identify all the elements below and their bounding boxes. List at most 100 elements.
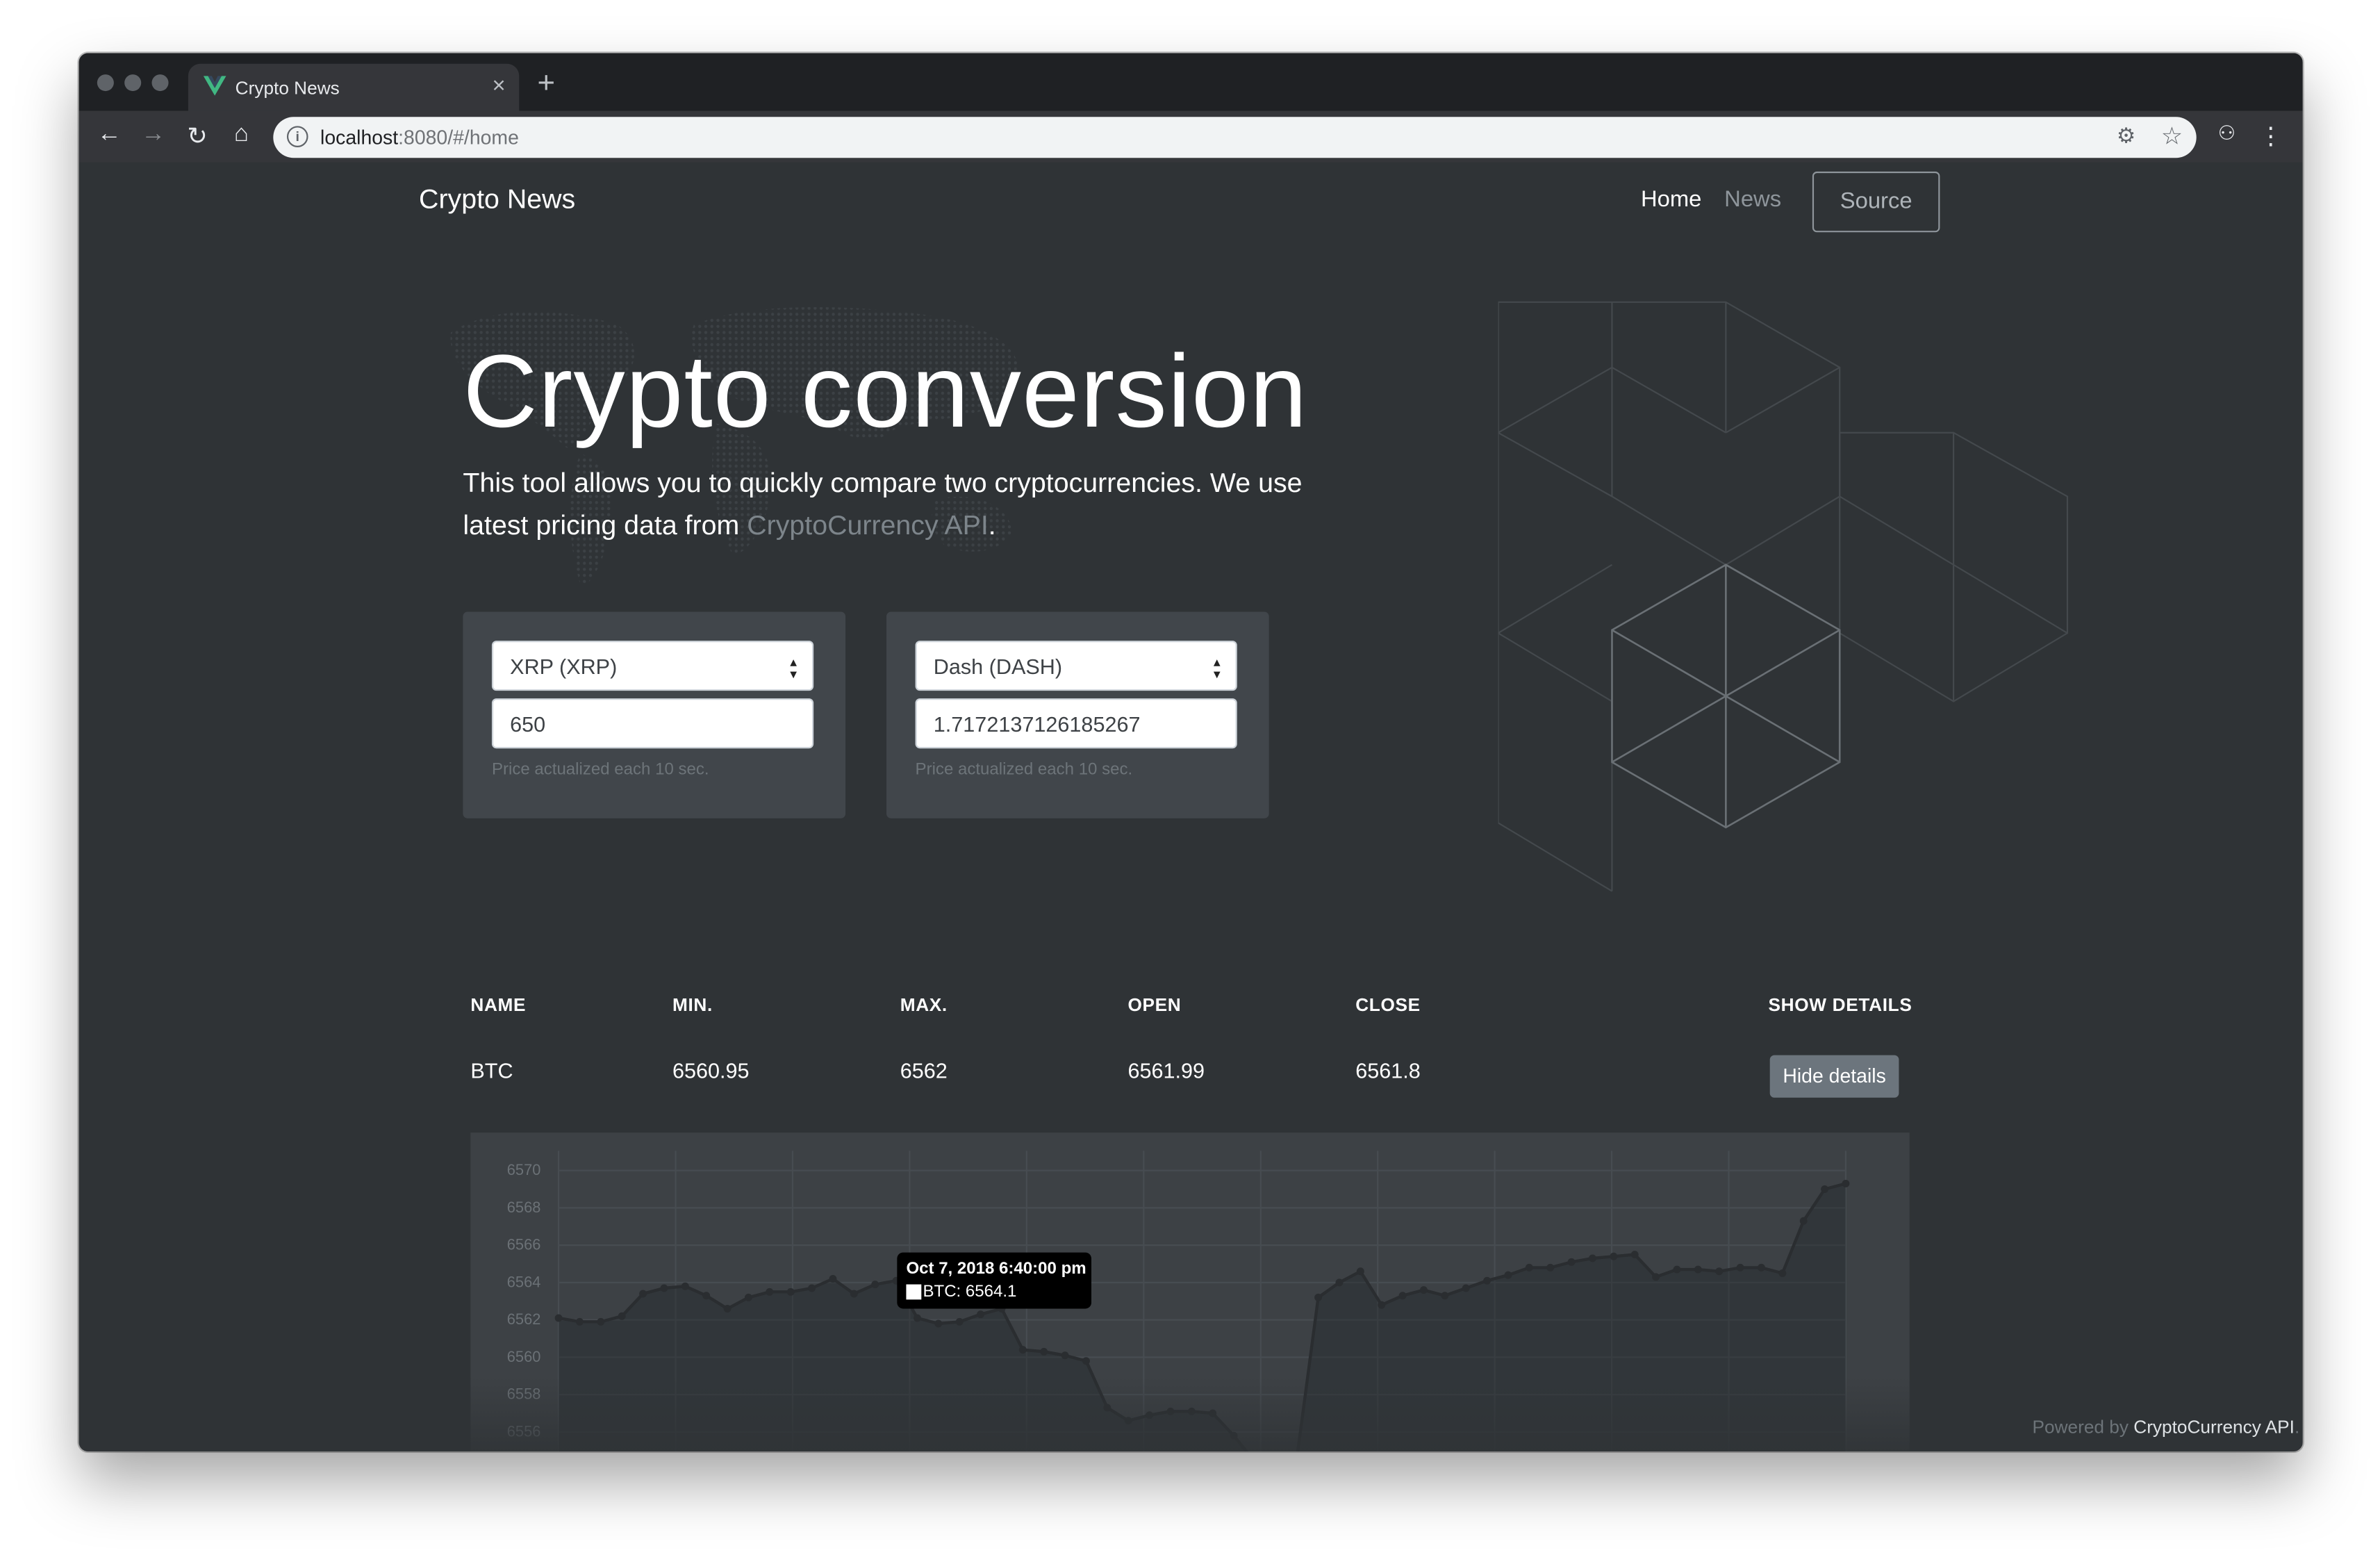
to-amount-input[interactable]: 1.7172137126185267 [915, 698, 1237, 749]
incognito-icon[interactable]: ⚇ [2212, 122, 2242, 146]
site-info-icon[interactable]: i [286, 126, 308, 147]
data-point[interactable] [1462, 1284, 1470, 1292]
cell-name: BTC [470, 1058, 513, 1083]
data-point[interactable] [1209, 1409, 1217, 1417]
nav-news-link[interactable]: News [1724, 187, 1781, 213]
data-point[interactable] [1335, 1278, 1344, 1287]
data-point[interactable] [808, 1284, 816, 1292]
menu-kebab-icon[interactable]: ⋮ [2256, 122, 2286, 152]
data-point[interactable] [1124, 1417, 1132, 1425]
data-point[interactable] [871, 1281, 879, 1289]
data-point[interactable] [1630, 1251, 1639, 1259]
data-point[interactable] [766, 1287, 774, 1296]
close-window-button[interactable] [97, 74, 114, 92]
data-point[interactable] [1799, 1217, 1808, 1225]
data-point[interactable] [1504, 1271, 1512, 1279]
cell-open: 6561.99 [1127, 1058, 1205, 1083]
price-chart-svg: 6570 6568 6566 6564 6562 6560 6558 6556 [507, 1151, 1850, 1451]
data-point[interactable] [744, 1293, 752, 1301]
y-tick-label: 6556 [507, 1422, 541, 1440]
tooltip-title: Oct 7, 2018 6:40:00 pm [906, 1260, 1086, 1278]
url-text[interactable]: localhost:8080/#/home [320, 126, 519, 149]
data-point[interactable] [1715, 1267, 1724, 1276]
data-point[interactable] [575, 1317, 584, 1326]
data-point[interactable] [1314, 1293, 1323, 1301]
data-point[interactable] [554, 1314, 563, 1322]
data-point[interactable] [1419, 1286, 1428, 1294]
data-point[interactable] [1525, 1263, 1533, 1272]
data-point[interactable] [1103, 1404, 1112, 1412]
data-point[interactable] [1230, 1431, 1238, 1440]
data-point[interactable] [934, 1319, 943, 1328]
price-chart[interactable]: 6570 6568 6566 6564 6562 6560 6558 6556 [470, 1133, 1910, 1451]
data-point[interactable] [597, 1317, 605, 1326]
data-point[interactable] [1483, 1276, 1491, 1285]
data-point[interactable] [702, 1292, 711, 1300]
data-point[interactable] [1398, 1292, 1407, 1300]
cell-close: 6561.8 [1355, 1058, 1421, 1083]
data-point[interactable] [1842, 1179, 1850, 1187]
page-title: Crypto conversion [463, 334, 1308, 450]
data-point[interactable] [1018, 1346, 1027, 1354]
minimize-window-button[interactable] [124, 74, 142, 92]
back-icon[interactable]: ← [94, 122, 124, 149]
powered-by-link[interactable]: CryptoCurrency API [2133, 1417, 2295, 1438]
to-currency-select[interactable]: Dash (DASH) ▴ ▾ [915, 641, 1237, 691]
data-point[interactable] [1757, 1263, 1765, 1272]
from-currency-select[interactable]: XRP (XRP) ▴ ▾ [491, 641, 814, 691]
data-point[interactable] [639, 1290, 647, 1298]
tooltip-swatch [906, 1284, 922, 1300]
from-amount-input[interactable]: 650 [491, 698, 814, 749]
data-point[interactable] [1441, 1292, 1449, 1300]
data-point[interactable] [1821, 1185, 1829, 1193]
home-icon[interactable]: ⌂ [226, 122, 257, 149]
tab-close-icon[interactable]: × [492, 73, 505, 99]
data-point[interactable] [723, 1305, 732, 1313]
data-point[interactable] [786, 1287, 795, 1296]
data-point[interactable] [1187, 1407, 1196, 1415]
data-point[interactable] [1356, 1267, 1364, 1276]
data-point[interactable] [1061, 1351, 1069, 1360]
data-point[interactable] [955, 1317, 964, 1326]
data-point[interactable] [1610, 1252, 1618, 1260]
data-point[interactable] [829, 1275, 837, 1283]
data-point[interactable] [1166, 1407, 1175, 1415]
data-point[interactable] [1736, 1263, 1744, 1272]
bookmark-star-icon[interactable]: ☆ [2161, 122, 2183, 152]
data-point[interactable] [660, 1284, 668, 1292]
chart-tooltip: Oct 7, 2018 6:40:00 pm BTC: 6564.1 [897, 1252, 1092, 1309]
data-point[interactable] [913, 1314, 921, 1322]
data-point[interactable] [1673, 1265, 1681, 1274]
reload-icon[interactable]: ↻ [182, 122, 213, 152]
address-bar[interactable]: i localhost:8080/#/home ⚙ ☆ [273, 117, 2197, 158]
data-point[interactable] [1546, 1263, 1555, 1272]
cell-min: 6560.95 [672, 1058, 750, 1083]
maximize-window-button[interactable] [151, 74, 169, 92]
source-button[interactable]: Source [1812, 171, 1940, 233]
brand-logo[interactable]: Crypto News [419, 183, 575, 215]
data-point[interactable] [1378, 1301, 1386, 1309]
data-point[interactable] [977, 1310, 985, 1319]
data-point[interactable] [1588, 1254, 1596, 1262]
api-link[interactable]: CryptoCurrency API [747, 510, 989, 541]
data-point[interactable] [1652, 1273, 1660, 1281]
data-point[interactable] [1694, 1265, 1702, 1274]
forward-icon[interactable]: → [138, 122, 169, 149]
browser-tab[interactable]: Crypto News × [188, 63, 520, 111]
data-point[interactable] [1567, 1258, 1576, 1266]
data-point[interactable] [681, 1282, 689, 1290]
data-point[interactable] [1146, 1411, 1154, 1420]
hide-details-button[interactable]: Hide details [1769, 1055, 1899, 1098]
extension-icon[interactable]: ⚙ [2117, 123, 2135, 149]
data-point[interactable] [1778, 1269, 1787, 1277]
new-tab-button[interactable]: + [537, 67, 555, 101]
nav-home-link[interactable]: Home [1641, 187, 1701, 213]
data-point[interactable] [1040, 1347, 1048, 1356]
page-content: Crypto News Home News Source Crypto conv… [78, 162, 2303, 1451]
data-point[interactable] [618, 1312, 626, 1320]
price-hint: Price actualized each 10 sec. [915, 760, 1133, 779]
col-header-max: MAX. [900, 994, 948, 1016]
data-point[interactable] [850, 1290, 858, 1298]
y-tick-label: 6566 [507, 1236, 541, 1253]
data-point[interactable] [1082, 1357, 1090, 1365]
